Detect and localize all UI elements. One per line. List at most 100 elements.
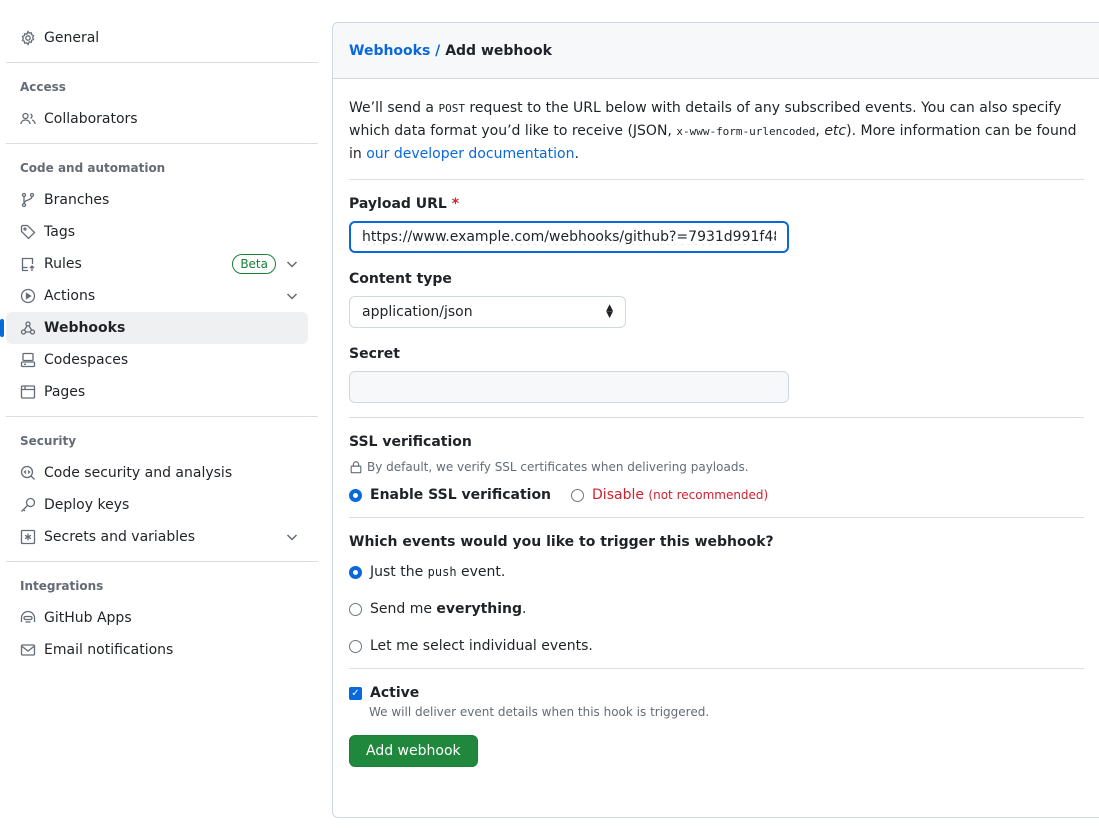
label-bold: everything: [436, 601, 523, 617]
sidebar-item-pages[interactable]: Pages: [6, 376, 308, 408]
add-webhook-button[interactable]: Add webhook: [349, 735, 478, 767]
sidebar-item-label: Code security and analysis: [44, 465, 233, 481]
webhook-icon: [20, 320, 36, 336]
event-individual-radio[interactable]: Let me select individual events.: [349, 638, 1084, 654]
divider: [6, 561, 318, 562]
add-webhook-panel: Webhooks / Add webhook We’ll send a POST…: [332, 22, 1099, 818]
divider: [349, 417, 1084, 418]
sidebar-item-label: Webhooks: [44, 320, 126, 336]
beta-badge: Beta: [232, 254, 276, 274]
sidebar-item-tags[interactable]: Tags: [6, 216, 308, 248]
active-checkbox[interactable]: ✓: [349, 686, 362, 700]
chevron-down-icon[interactable]: [284, 256, 300, 272]
disable-label-text: Disable: [592, 487, 644, 503]
secret-label: Secret: [349, 346, 400, 362]
browser-icon: [20, 384, 36, 400]
sidebar-item-label: Deploy keys: [44, 497, 130, 513]
payload-url-input[interactable]: [349, 221, 789, 253]
sidebar-item-label: Collaborators: [44, 111, 138, 127]
divider: [6, 62, 318, 63]
tag-icon: [20, 224, 36, 240]
sidebar-item-email-notifications[interactable]: Email notifications: [6, 634, 308, 666]
breadcrumb-separator: /: [430, 42, 446, 59]
sidebar-item-label: Pages: [44, 384, 86, 400]
required-mark: *: [451, 196, 460, 212]
disable-hint: (not recommended): [648, 488, 769, 502]
settings-sidebar: General Access Collaborators Code and au…: [0, 22, 318, 666]
event-everything-label: Send me everything.: [370, 601, 526, 617]
sidebar-item-label: Codespaces: [44, 352, 129, 368]
sidebar-item-general[interactable]: General: [6, 22, 308, 54]
divider: [6, 416, 318, 417]
codespaces-icon: [20, 352, 36, 368]
chevron-down-icon[interactable]: [284, 288, 300, 304]
post-code: POST: [438, 102, 465, 115]
sidebar-item-label: Secrets and variables: [44, 529, 196, 545]
sidebar-item-label: Branches: [44, 192, 110, 208]
radio-checked[interactable]: [349, 488, 362, 502]
radio-checked[interactable]: [349, 565, 362, 579]
intro-etc: etc: [824, 123, 847, 139]
section-title-security: Security: [20, 434, 77, 448]
sidebar-item-webhooks[interactable]: Webhooks: [0, 312, 308, 344]
breadcrumb-webhooks-link[interactable]: Webhooks: [349, 43, 430, 59]
key-icon: [20, 497, 36, 513]
event-push-radio[interactable]: Just the push event.: [349, 564, 1084, 580]
enable-ssl-radio[interactable]: Enable SSL verification: [349, 487, 551, 503]
active-checkbox-row[interactable]: ✓ Active: [349, 685, 1084, 701]
label-text: event.: [456, 564, 506, 580]
label-text: Send me: [370, 601, 437, 617]
breadcrumb: Webhooks / Add webhook: [333, 23, 1099, 79]
intro-part: ,: [815, 123, 825, 139]
sidebar-item-code-security[interactable]: Code security and analysis: [6, 457, 308, 489]
mail-icon: [20, 642, 36, 658]
content-type-select[interactable]: application/json ▲ ▼: [349, 296, 626, 328]
sidebar-item-secrets[interactable]: Secrets and variables: [6, 521, 308, 553]
sidebar-item-github-apps[interactable]: GitHub Apps: [6, 602, 308, 634]
divider: [349, 179, 1084, 180]
content-type-label: Content type: [349, 271, 452, 287]
urlencoded-code: x-www-form-urlencoded: [676, 125, 816, 138]
section-title-access: Access: [20, 80, 66, 94]
sidebar-item-label: GitHub Apps: [44, 610, 132, 626]
enable-ssl-label: Enable SSL verification: [370, 487, 552, 503]
sidebar-item-label: General: [44, 30, 100, 46]
radio-unchecked[interactable]: [571, 488, 585, 502]
select-arrows-icon: ▲ ▼: [606, 303, 613, 320]
intro-text: We’ll send a POST request to the URL bel…: [349, 97, 1084, 165]
gear-icon: [20, 30, 36, 46]
developer-docs-link[interactable]: our developer documentation: [366, 146, 574, 162]
hubot-icon: [20, 610, 36, 626]
sidebar-item-label: Rules: [44, 256, 82, 272]
intro-part: We’ll send a: [349, 100, 439, 116]
content-type-value: application/json: [362, 304, 473, 320]
divider: [349, 517, 1084, 518]
payload-url-label: Payload URL *: [349, 196, 1084, 212]
secret-input[interactable]: [349, 371, 789, 403]
sidebar-item-label: Email notifications: [44, 642, 174, 658]
sidebar-item-rules[interactable]: Rules Beta: [6, 248, 308, 280]
key-asterisk-icon: [20, 529, 36, 545]
push-code: push: [427, 565, 457, 579]
sidebar-item-label: Actions: [44, 288, 96, 304]
sidebar-item-deploy-keys[interactable]: Deploy keys: [6, 489, 308, 521]
sidebar-item-actions[interactable]: Actions: [6, 280, 308, 312]
events-title: Which events would you like to trigger t…: [349, 534, 774, 550]
ssl-note-text: By default, we verify SSL certificates w…: [367, 460, 749, 474]
sidebar-item-codespaces[interactable]: Codespaces: [6, 344, 308, 376]
codescan-icon: [20, 465, 36, 481]
sidebar-item-branches[interactable]: Branches: [6, 184, 308, 216]
active-note: We will deliver event details when this …: [369, 705, 710, 719]
lock-icon: [349, 460, 363, 474]
sidebar-item-collaborators[interactable]: Collaborators: [6, 103, 308, 135]
disable-ssl-radio[interactable]: Disable (not recommended): [571, 487, 768, 503]
event-everything-radio[interactable]: Send me everything.: [349, 601, 1084, 617]
radio-unchecked[interactable]: [349, 639, 362, 653]
repo-push-icon: [20, 256, 36, 272]
chevron-down-icon[interactable]: [284, 529, 300, 545]
people-icon: [20, 111, 36, 127]
radio-unchecked[interactable]: [349, 602, 362, 616]
event-push-label: Just the push event.: [370, 564, 505, 580]
divider: [6, 143, 318, 144]
sidebar-item-label: Tags: [44, 224, 75, 240]
